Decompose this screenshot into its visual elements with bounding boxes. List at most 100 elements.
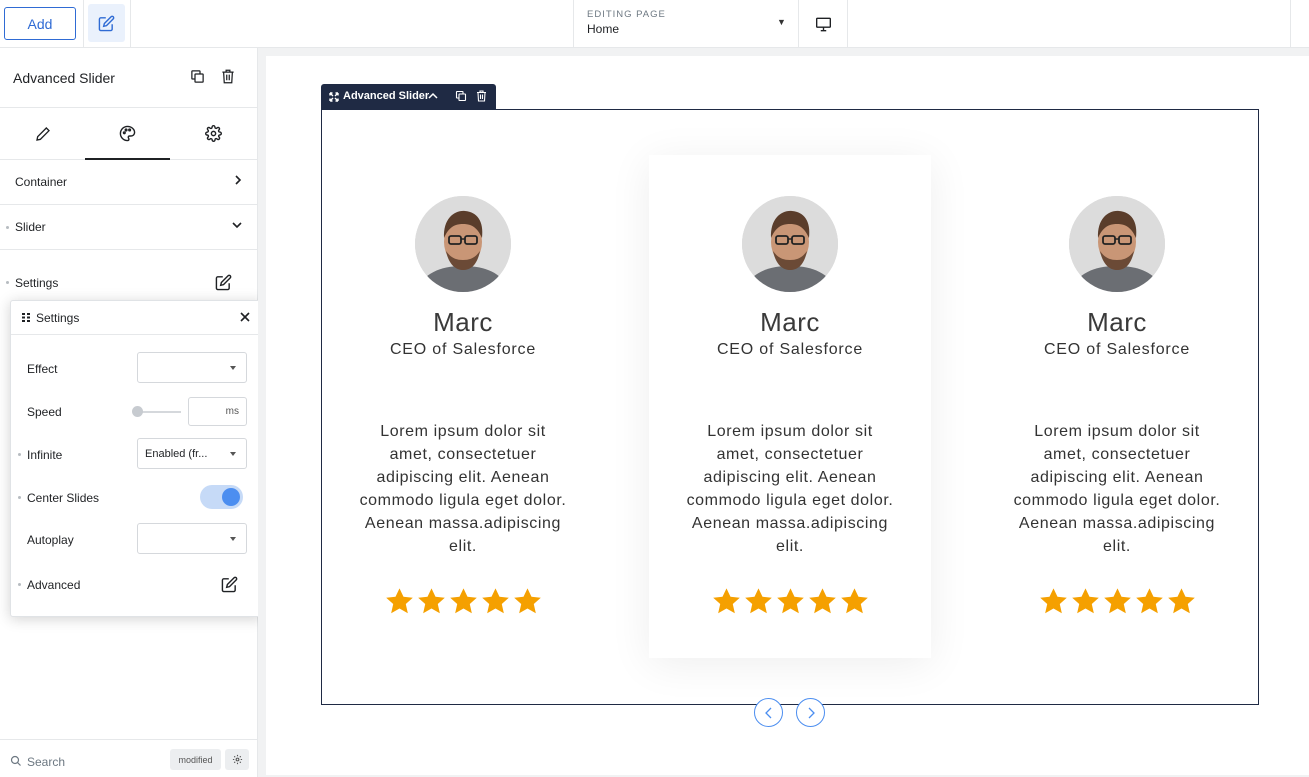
chevron-up-icon[interactable] <box>428 92 438 100</box>
edit-mode-button[interactable] <box>88 4 125 42</box>
infinite-select[interactable]: Enabled (fr... <box>137 438 247 469</box>
pencil-square-icon[interactable] <box>221 576 238 593</box>
modified-dot <box>18 453 21 456</box>
trash-icon[interactable] <box>476 90 487 102</box>
section-container[interactable]: Container <box>0 160 257 205</box>
star-icon <box>744 588 772 614</box>
star-icon <box>1039 588 1067 614</box>
modified-dot <box>6 226 9 229</box>
speed-label: Speed <box>27 405 62 419</box>
speed-input[interactable]: ms <box>188 397 247 426</box>
toggle-knob <box>222 488 240 506</box>
star-icon <box>385 588 413 614</box>
editing-page-selector[interactable]: EDITING PAGE Home ▼ <box>574 0 798 48</box>
tab-content[interactable] <box>0 108 85 159</box>
card-name: Marc <box>1087 307 1147 337</box>
popup-title: Settings <box>36 311 80 325</box>
star-rating <box>322 587 604 615</box>
section-slider-label: Slider <box>15 220 46 234</box>
avatar <box>742 196 838 292</box>
panel-footer: Search modified <box>0 739 257 777</box>
testimonial-card: Marc CEO of Salesforce Lorem ipsum dolor… <box>322 155 604 658</box>
chevron-left-icon <box>764 707 771 718</box>
star-icon <box>449 588 477 614</box>
star-icon <box>712 588 740 614</box>
card-role: CEO of Salesforce <box>389 341 537 358</box>
star-icon <box>1071 588 1099 614</box>
add-button[interactable]: Add <box>4 7 76 40</box>
center-slides-label: Center Slides <box>27 491 100 505</box>
speed-unit: ms <box>225 406 239 417</box>
card-text: Lorem ipsum dolor sit amet, consectetuer… <box>686 423 894 555</box>
editing-page-label: EDITING PAGE <box>587 9 666 20</box>
modified-filter-badge[interactable]: modified <box>170 749 221 770</box>
effect-select[interactable] <box>137 352 247 383</box>
modified-dot <box>6 281 9 284</box>
chevron-down-icon <box>230 366 236 370</box>
star-rating <box>649 587 931 615</box>
avatar <box>1069 196 1165 292</box>
star-icon <box>1135 588 1163 614</box>
copy-icon[interactable] <box>190 69 205 84</box>
star-icon <box>1103 588 1131 614</box>
device-preview-button[interactable] <box>799 0 847 48</box>
settings-row: Settings <box>0 270 257 298</box>
gear-icon <box>232 754 242 765</box>
infinite-select-value: Enabled (fr... <box>145 448 208 460</box>
search-input[interactable]: Search <box>27 755 65 769</box>
widget-toolbar[interactable]: Advanced Slider <box>321 84 496 109</box>
pencil-icon <box>35 126 50 141</box>
gear-icon <box>205 125 222 142</box>
settings-row-label: Settings <box>15 276 59 290</box>
star-icon <box>840 588 868 614</box>
divider <box>130 0 131 48</box>
center-slides-toggle[interactable] <box>200 485 243 509</box>
card-name: Marc <box>433 307 493 337</box>
popup-header[interactable]: Settings <box>11 301 262 335</box>
star-icon <box>417 588 445 614</box>
drag-handle-icon[interactable] <box>22 313 30 322</box>
move-icon[interactable] <box>329 92 339 102</box>
modified-dot <box>18 583 21 586</box>
section-container-label: Container <box>15 175 68 189</box>
settings-popup: Settings Effect Speed ms Infinite Enable… <box>10 300 263 617</box>
close-icon[interactable] <box>238 310 252 324</box>
footer-settings-button[interactable] <box>225 749 249 770</box>
panel-header: Advanced Slider <box>0 48 257 108</box>
star-icon <box>776 588 804 614</box>
widget-label-text: Advanced Slider <box>343 90 430 102</box>
chevron-right-icon <box>808 707 815 718</box>
divider <box>83 0 84 48</box>
search-icon <box>10 755 21 766</box>
slider-prev-button[interactable] <box>754 698 783 727</box>
section-slider[interactable]: Slider <box>0 205 257 250</box>
star-icon <box>808 588 836 614</box>
top-bar: Add EDITING PAGE Home ▼ <box>0 0 1309 48</box>
infinite-label: Infinite <box>27 448 63 462</box>
card-text: Lorem ipsum dolor sit amet, consectetuer… <box>359 423 567 555</box>
autoplay-select[interactable] <box>137 523 247 554</box>
chevron-down-icon <box>230 452 236 456</box>
pencil-square-icon[interactable] <box>215 274 232 291</box>
chevron-down-icon <box>232 222 242 229</box>
chevron-right-icon <box>235 175 242 185</box>
trash-icon[interactable] <box>221 69 235 84</box>
speed-slider-handle[interactable] <box>132 406 143 417</box>
card-name: Marc <box>760 307 820 337</box>
panel-title: Advanced Slider <box>13 70 115 86</box>
chevron-down-icon: ▼ <box>777 17 786 27</box>
modified-dot <box>18 496 21 499</box>
advanced-label: Advanced <box>27 578 81 592</box>
chevron-down-icon <box>230 537 236 541</box>
tab-advanced[interactable] <box>171 108 256 159</box>
pencil-square-icon <box>98 15 115 31</box>
effect-label: Effect <box>27 362 58 376</box>
testimonial-card-active: Marc CEO of Salesforce Lorem ipsum dolor… <box>649 155 931 658</box>
copy-icon[interactable] <box>455 90 467 102</box>
panel-tabs <box>0 108 257 160</box>
divider <box>847 0 848 48</box>
tab-style[interactable] <box>85 108 170 160</box>
slider-next-button[interactable] <box>796 698 825 727</box>
avatar <box>415 196 511 292</box>
star-icon <box>481 588 509 614</box>
